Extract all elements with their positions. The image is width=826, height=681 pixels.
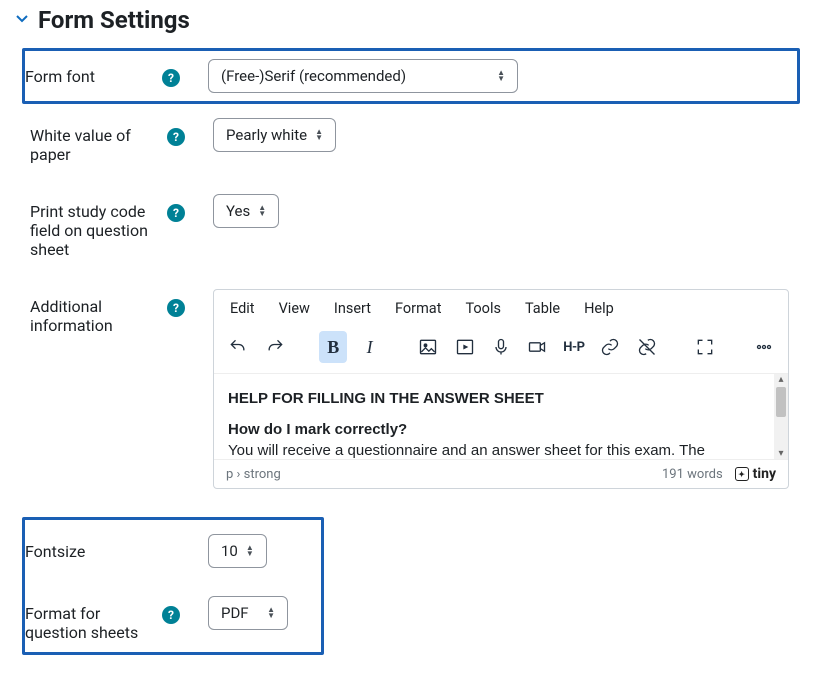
menu-edit[interactable]: Edit [230, 300, 255, 317]
unlink-icon[interactable] [632, 331, 660, 363]
caret-icon: ▲▼ [315, 129, 323, 141]
select-value: Pearly white [226, 126, 307, 144]
menu-help[interactable]: Help [584, 300, 614, 317]
editor-menubar: Edit View Insert Format Tools Table Help [214, 290, 788, 327]
tiny-brand[interactable]: ✦tiny [735, 466, 776, 482]
label-format: Format for question sheets [25, 604, 154, 642]
collapse-toggle[interactable] [14, 10, 30, 30]
label-study-code: Print study code field on question sheet [30, 202, 159, 259]
undo-icon[interactable] [224, 331, 252, 363]
menu-table[interactable]: Table [525, 300, 560, 317]
caret-icon: ▲▼ [497, 70, 505, 82]
fullscreen-icon[interactable] [691, 331, 719, 363]
help-icon[interactable]: ? [162, 69, 180, 87]
content-heading: HELP FOR FILLING IN THE ANSWER SHEET [228, 388, 760, 409]
caret-icon: ▲▼ [267, 607, 275, 619]
select-value: PDF [221, 604, 249, 622]
white-value-select[interactable]: Pearly white ▲▼ [213, 118, 336, 152]
help-icon[interactable]: ? [162, 606, 180, 624]
more-icon[interactable] [750, 331, 778, 363]
label-fontsize: Fontsize [25, 542, 180, 561]
editor-content[interactable]: HELP FOR FILLING IN THE ANSWER SHEET How… [214, 373, 774, 459]
video-icon[interactable] [523, 331, 551, 363]
h5p-icon[interactable]: H-P [560, 331, 588, 363]
redo-icon[interactable] [260, 331, 288, 363]
fontsize-select[interactable]: 10 ▲▼ [208, 534, 267, 568]
caret-icon: ▲▼ [258, 205, 266, 217]
help-icon[interactable]: ? [167, 204, 185, 222]
label-additional-info: Additional information [30, 297, 159, 335]
help-icon[interactable]: ? [167, 299, 185, 317]
scrollbar[interactable]: ▴ ▾ [774, 373, 788, 459]
microphone-icon[interactable] [487, 331, 515, 363]
media-icon[interactable] [450, 331, 478, 363]
label-white-value: White value of paper [30, 126, 159, 164]
element-path[interactable]: p › strong [226, 467, 281, 482]
format-select[interactable]: PDF ▲▼ [208, 596, 288, 630]
bold-icon[interactable]: B [319, 331, 347, 363]
study-code-select[interactable]: Yes ▲▼ [213, 194, 279, 228]
select-value: 10 [221, 542, 238, 560]
select-value: (Free-)Serif (recommended) [221, 67, 406, 85]
menu-format[interactable]: Format [395, 300, 441, 317]
menu-view[interactable]: View [279, 300, 310, 317]
menu-tools[interactable]: Tools [465, 300, 501, 317]
help-icon[interactable]: ? [167, 128, 185, 146]
editor-toolbar: B I H-P [214, 327, 788, 373]
content-body: You will receive a questionnaire and an … [228, 440, 760, 459]
image-icon[interactable] [414, 331, 442, 363]
content-subheading: How do I mark correctly? [228, 419, 760, 440]
section-title: Form Settings [38, 6, 190, 34]
menu-insert[interactable]: Insert [334, 300, 371, 317]
italic-icon[interactable]: I [355, 331, 383, 363]
form-font-select[interactable]: (Free-)Serif (recommended) ▲▼ [208, 59, 518, 93]
label-form-font: Form font [25, 67, 154, 86]
word-count: 191 words [662, 467, 723, 482]
rich-text-editor: Edit View Insert Format Tools Table Help… [213, 289, 789, 489]
link-icon[interactable] [596, 331, 624, 363]
caret-icon: ▲▼ [246, 545, 254, 557]
editor-statusbar: p › strong 191 words ✦tiny [214, 459, 788, 488]
select-value: Yes [226, 202, 250, 220]
